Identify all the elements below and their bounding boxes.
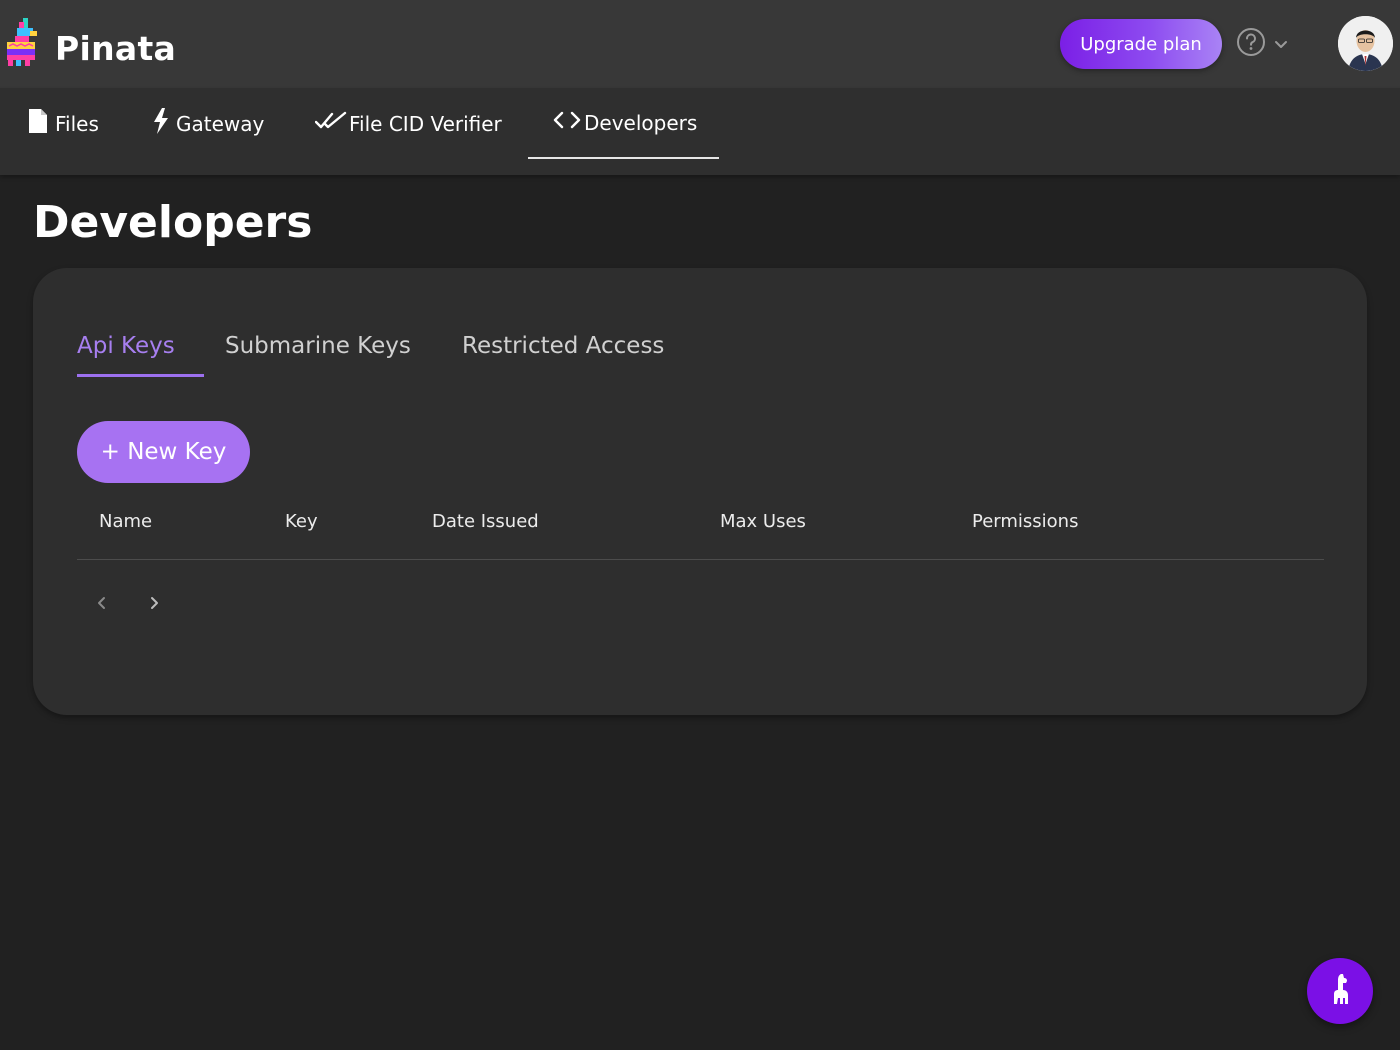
- brand-name[interactable]: Pinata: [55, 27, 176, 71]
- avatar[interactable]: [1338, 16, 1393, 71]
- table-header: Name Key Date Issued Max Uses Permission…: [77, 498, 1324, 560]
- new-key-button[interactable]: + New Key: [77, 421, 250, 483]
- pinata-logo-icon[interactable]: [3, 16, 41, 66]
- support-chat-button[interactable]: [1307, 958, 1373, 1024]
- nav-item-files[interactable]: Files: [27, 88, 99, 159]
- nav-item-label: File CID Verifier: [349, 111, 502, 136]
- active-tab-indicator: [77, 374, 204, 377]
- nav-item-label: Files: [55, 111, 99, 136]
- code-icon: [552, 110, 582, 135]
- llama-icon: [1327, 972, 1353, 1010]
- column-header-permissions[interactable]: Permissions: [972, 511, 1078, 532]
- upgrade-plan-button[interactable]: Upgrade plan: [1060, 19, 1222, 69]
- lightning-bolt-icon: [152, 107, 170, 140]
- nav-item-label: Developers: [584, 110, 698, 135]
- question-circle-icon: [1236, 27, 1266, 61]
- chevron-right-icon: [149, 595, 159, 614]
- help-menu[interactable]: [1236, 28, 1296, 60]
- tab-api-keys[interactable]: Api Keys: [77, 326, 175, 378]
- chevron-down-icon: [1274, 35, 1288, 54]
- main-nav: Files Gateway File CID Verifier Develope…: [0, 88, 1400, 175]
- tab-submarine-keys[interactable]: Submarine Keys: [225, 326, 411, 378]
- top-header: Pinata Upgrade plan: [0, 0, 1400, 88]
- file-icon: [27, 107, 49, 140]
- page-title: Developers: [33, 197, 313, 248]
- nav-item-file-cid-verifier[interactable]: File CID Verifier: [314, 88, 502, 159]
- previous-page-button[interactable]: [89, 591, 115, 617]
- nav-item-developers[interactable]: Developers: [528, 88, 719, 159]
- column-header-date-issued[interactable]: Date Issued: [432, 511, 539, 532]
- column-header-name[interactable]: Name: [99, 511, 152, 532]
- double-check-icon: [314, 111, 347, 136]
- chevron-left-icon: [97, 595, 107, 614]
- app-root: Pinata Upgrade plan Files Gateway File C…: [0, 0, 1400, 1050]
- nav-item-label: Gateway: [176, 111, 265, 136]
- tab-restricted-access[interactable]: Restricted Access: [462, 326, 664, 378]
- next-page-button[interactable]: [141, 591, 167, 617]
- column-header-max-uses[interactable]: Max Uses: [720, 511, 806, 532]
- column-header-key[interactable]: Key: [285, 511, 318, 532]
- api-keys-card: Api Keys Submarine Keys Restricted Acces…: [33, 268, 1367, 715]
- nav-item-gateway[interactable]: Gateway: [152, 88, 264, 159]
